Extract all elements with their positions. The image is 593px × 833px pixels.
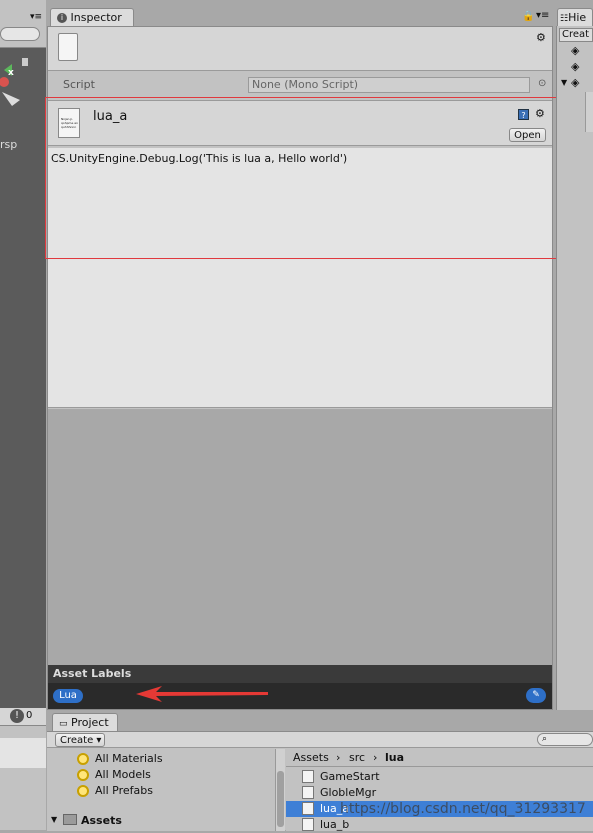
document-icon <box>58 33 78 61</box>
favorite-label: All Models <box>95 768 151 781</box>
file-icon <box>302 802 314 815</box>
file-icon <box>302 786 314 799</box>
tab-inspector[interactable]: i Inspector <box>50 8 134 26</box>
tab-project[interactable]: ▭ Project <box>52 713 118 731</box>
object-picker-icon[interactable]: ⊙ <box>538 78 546 89</box>
hierarchy-items[interactable] <box>585 92 593 132</box>
tab-hierarchy-label: Hie <box>568 11 587 24</box>
assets-folder-label: Assets <box>81 814 122 827</box>
scene-toolbar: ▾≡ <box>0 0 46 48</box>
hierarchy-panel: Creat ◈ ◈ ▼ ◈ <box>556 26 593 710</box>
search-icon <box>77 769 89 781</box>
file-name: GlobleMgr <box>320 786 377 799</box>
info-icon: i <box>57 13 67 23</box>
console-panel: ! 0 <box>0 708 46 830</box>
unity-scene-icon[interactable]: ◈ <box>571 60 579 73</box>
project-create-button[interactable]: Create ▾ <box>55 733 105 747</box>
tab-hierarchy[interactable]: ☷Hie <box>557 8 593 26</box>
asset-labels-bar: Lua ✎ <box>48 683 552 709</box>
expand-arrow-icon[interactable]: ▼ <box>51 815 57 824</box>
file-icon <box>302 818 314 831</box>
folder-icon: ▭ <box>59 719 68 729</box>
error-icon[interactable]: ! <box>10 709 24 723</box>
file-row[interactable]: lua_b <box>286 817 593 833</box>
watermark-text: https://blog.csdn.net/qq_31293317 <box>340 801 586 817</box>
panel-menu-icon[interactable]: ▾≡ <box>30 12 42 22</box>
file-name: GameStart <box>320 770 380 783</box>
highlight-box <box>45 97 564 259</box>
error-count: 0 <box>26 710 33 721</box>
breadcrumb-item[interactable]: Assets <box>293 751 329 764</box>
project-toolbar: Create ▾ ⌕ <box>47 732 593 748</box>
project-search-input[interactable]: ⌕ <box>537 733 593 746</box>
gear-icon[interactable]: ⚙ <box>536 31 546 44</box>
file-row[interactable]: GameStart <box>286 769 593 785</box>
scene-search-input[interactable] <box>0 27 40 41</box>
scene-gizmo[interactable]: x <box>0 58 46 118</box>
search-icon <box>77 753 89 765</box>
chevron-right-icon: › <box>336 751 341 764</box>
asset-labels-title: Asset Labels <box>53 667 132 680</box>
script-row: Script None (Mono Script) ⊙ <box>48 72 552 98</box>
script-label: Script <box>63 78 95 91</box>
asset-labels-header: Asset Labels <box>48 665 552 683</box>
project-tree: All Materials All Models All Prefabs ▼ A… <box>47 749 275 831</box>
favorite-label: All Prefabs <box>95 784 153 797</box>
script-header: ⚙ <box>48 27 552 71</box>
gizmo-axis-label: x <box>8 68 14 78</box>
tab-inspector-label: Inspector <box>70 11 122 24</box>
project-create-label: Create <box>60 735 94 746</box>
unity-scene-icon[interactable]: ◈ <box>571 76 579 89</box>
hierarchy-create-button[interactable]: Creat <box>559 28 593 42</box>
breadcrumb: Assets › src › lua <box>286 749 593 767</box>
folder-icon <box>63 814 77 825</box>
project-file-list: Assets › src › lua GameStart GlobleMgr l… <box>286 749 593 831</box>
arrow-annotation <box>136 686 268 702</box>
tab-project-label: Project <box>71 716 109 729</box>
persp-label: rsp <box>0 138 18 151</box>
chevron-right-icon: › <box>373 751 378 764</box>
inspector-empty-area <box>48 409 552 665</box>
expand-arrow-icon[interactable]: ▼ <box>561 78 567 87</box>
tag-icon[interactable]: ✎ <box>526 688 546 703</box>
favorite-label: All Materials <box>95 752 163 765</box>
breadcrumb-item[interactable]: src <box>349 751 365 764</box>
search-icon <box>77 785 89 797</box>
breadcrumb-item-current[interactable]: lua <box>385 751 404 764</box>
file-name: lua_b <box>320 818 350 831</box>
lock-icon[interactable]: 🔒 <box>522 11 534 22</box>
hierarchy-icon: ☷ <box>560 14 569 24</box>
tree-scrollbar[interactable] <box>275 749 285 831</box>
file-row[interactable]: GlobleMgr <box>286 785 593 801</box>
unity-scene-icon[interactable]: ◈ <box>571 44 579 57</box>
label-pill-lua[interactable]: Lua <box>53 689 83 703</box>
script-field[interactable]: None (Mono Script) <box>248 77 530 93</box>
panel-menu-icon[interactable]: ▾≡ <box>536 10 549 21</box>
file-icon <box>302 770 314 783</box>
